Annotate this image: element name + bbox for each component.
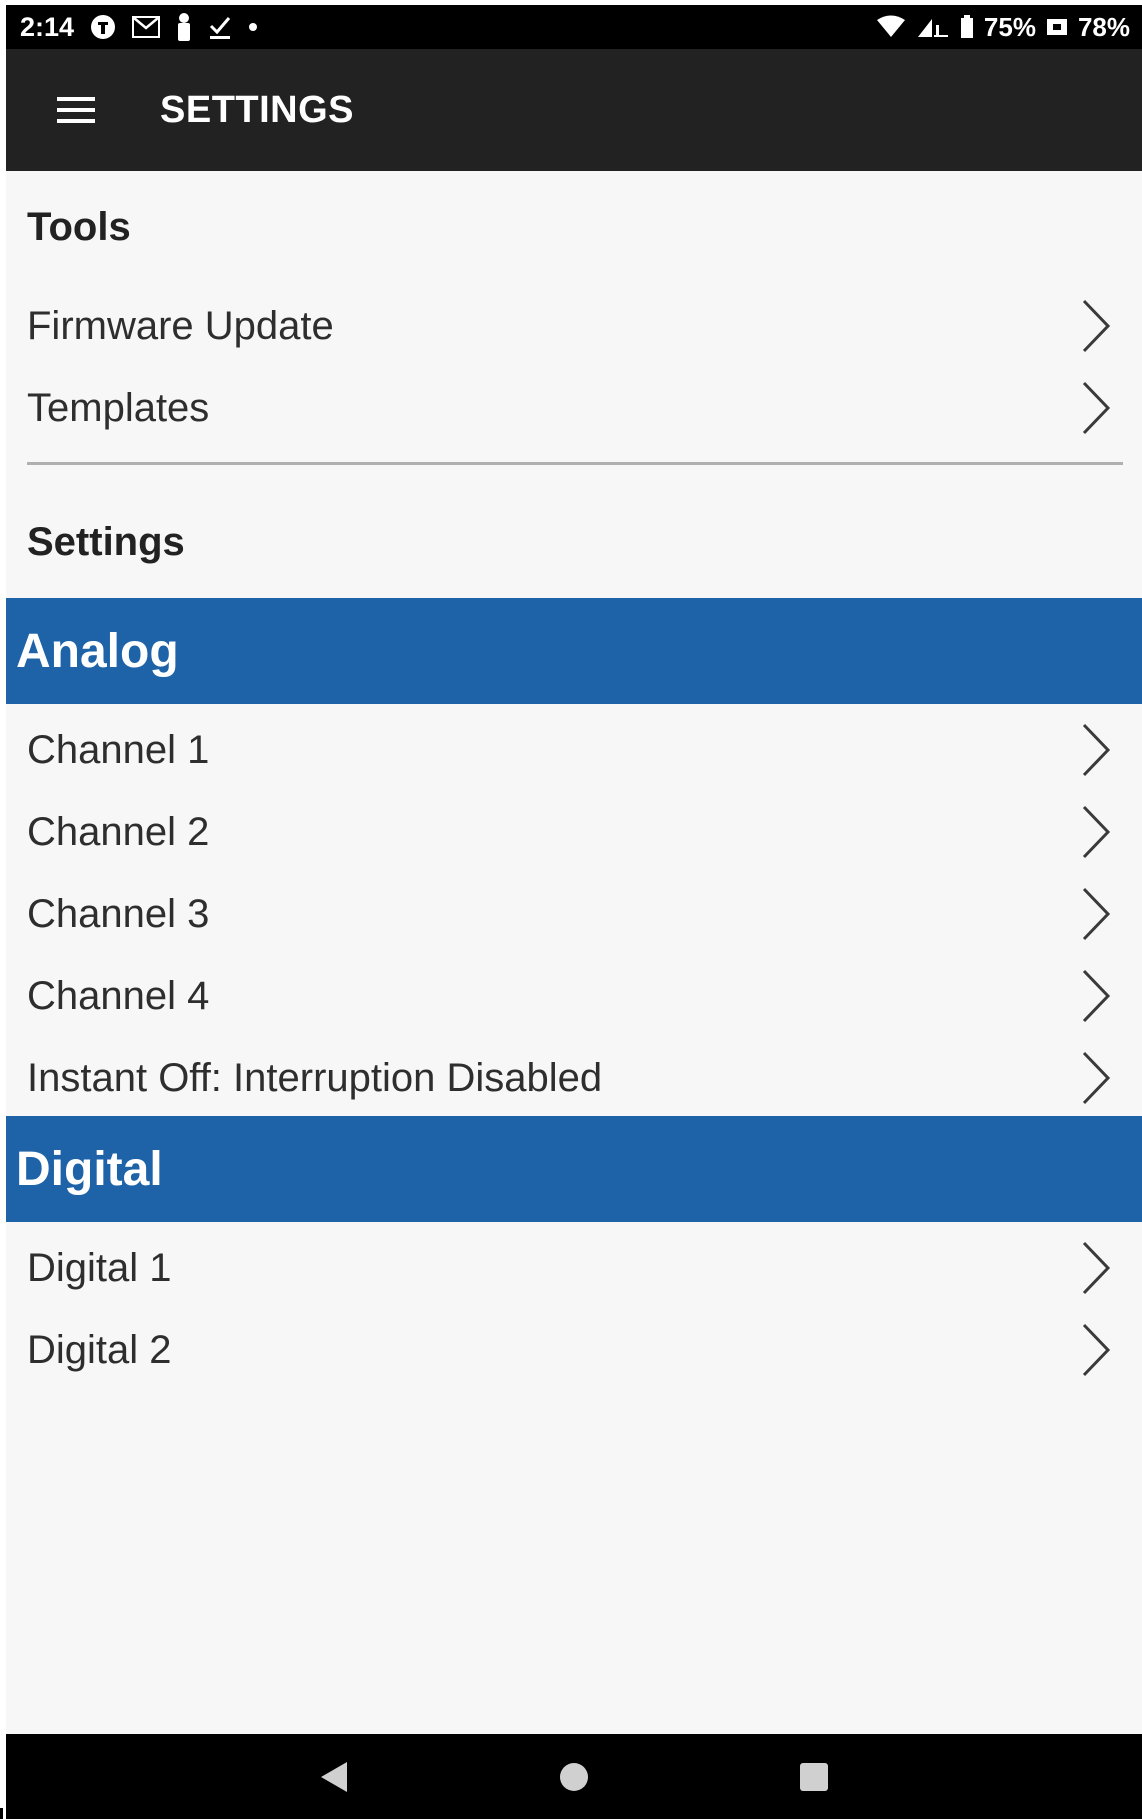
wifi-icon: [876, 15, 906, 39]
chevron-right-icon: [1078, 885, 1114, 943]
chevron-right-icon: [1078, 1049, 1114, 1107]
list-item-channel-3[interactable]: Channel 3: [6, 873, 1142, 955]
list-item-templates[interactable]: Templates: [6, 367, 1142, 449]
digital-title: Digital: [16, 1142, 163, 1196]
chevron-right-icon: [1078, 967, 1114, 1025]
page-title: SETTINGS: [160, 88, 355, 131]
status-right: 75% 78%: [876, 12, 1130, 43]
analog-title: Analog: [16, 624, 179, 678]
battery1-icon: [960, 15, 974, 39]
chevron-right-icon: [1078, 379, 1114, 437]
list-item-label: Instant Off: Interruption Disabled: [27, 1055, 603, 1100]
chevron-right-icon: [1078, 297, 1114, 355]
chevron-right-icon: [1078, 803, 1114, 861]
section-divider: [27, 462, 1123, 465]
status-left: 2:14: [20, 12, 258, 43]
list-item-firmware-update[interactable]: Firmware Update: [6, 285, 1142, 367]
list-item-channel-1[interactable]: Channel 1: [6, 709, 1142, 791]
battery1-level: 75%: [983, 11, 1036, 42]
signal-icon: [916, 15, 950, 39]
list-item-channel-2[interactable]: Channel 2: [6, 791, 1142, 873]
battery2-level: 78%: [1077, 11, 1130, 42]
analog-group-header: Analog: [6, 598, 1142, 704]
list-item-instant-off[interactable]: Instant Off: Interruption Disabled: [6, 1037, 1142, 1119]
back-icon[interactable]: [314, 1757, 354, 1797]
list-item-channel-4[interactable]: Channel 4: [6, 955, 1142, 1037]
tools-heading: Tools: [27, 205, 131, 249]
list-item-label: Channel 2: [27, 809, 210, 854]
list-item-digital-1[interactable]: Digital 1: [6, 1227, 1142, 1309]
chevron-right-icon: [1078, 1321, 1114, 1379]
hamburger-icon[interactable]: [50, 84, 102, 136]
tesla-icon: [90, 14, 116, 40]
settings-heading: Settings: [27, 520, 185, 564]
list-item-label: Channel 4: [27, 973, 210, 1018]
home-icon[interactable]: [554, 1757, 594, 1797]
list-item-label: Channel 1: [27, 727, 210, 772]
chevron-right-icon: [1078, 721, 1114, 779]
app-bar: SETTINGS: [6, 49, 1142, 171]
list-item-label: Channel 3: [27, 891, 210, 936]
list-item-label: Firmware Update: [27, 303, 334, 348]
gmail-icon: [132, 16, 161, 38]
status-time: 2:14: [20, 11, 75, 42]
list-item-label: Templates: [27, 385, 210, 430]
list-item-label: Digital 2: [27, 1327, 172, 1372]
person-icon: [176, 13, 192, 41]
edge-mark: [0, 1808, 3, 1819]
digital-group-header: Digital: [6, 1116, 1142, 1222]
list-item-label: Digital 1: [27, 1245, 172, 1290]
dot-icon: [248, 22, 258, 32]
system-nav-bar: [6, 1734, 1142, 1819]
settings-screen: 2:14 75% 78% SETTINGS Tools Firmware Upd…: [6, 5, 1142, 1819]
status-bar: 2:14 75% 78%: [6, 5, 1142, 49]
list-item-digital-2[interactable]: Digital 2: [6, 1309, 1142, 1391]
download-check-icon: [208, 14, 232, 40]
battery2-icon: [1046, 16, 1068, 38]
recents-icon[interactable]: [794, 1757, 834, 1797]
chevron-right-icon: [1078, 1239, 1114, 1297]
